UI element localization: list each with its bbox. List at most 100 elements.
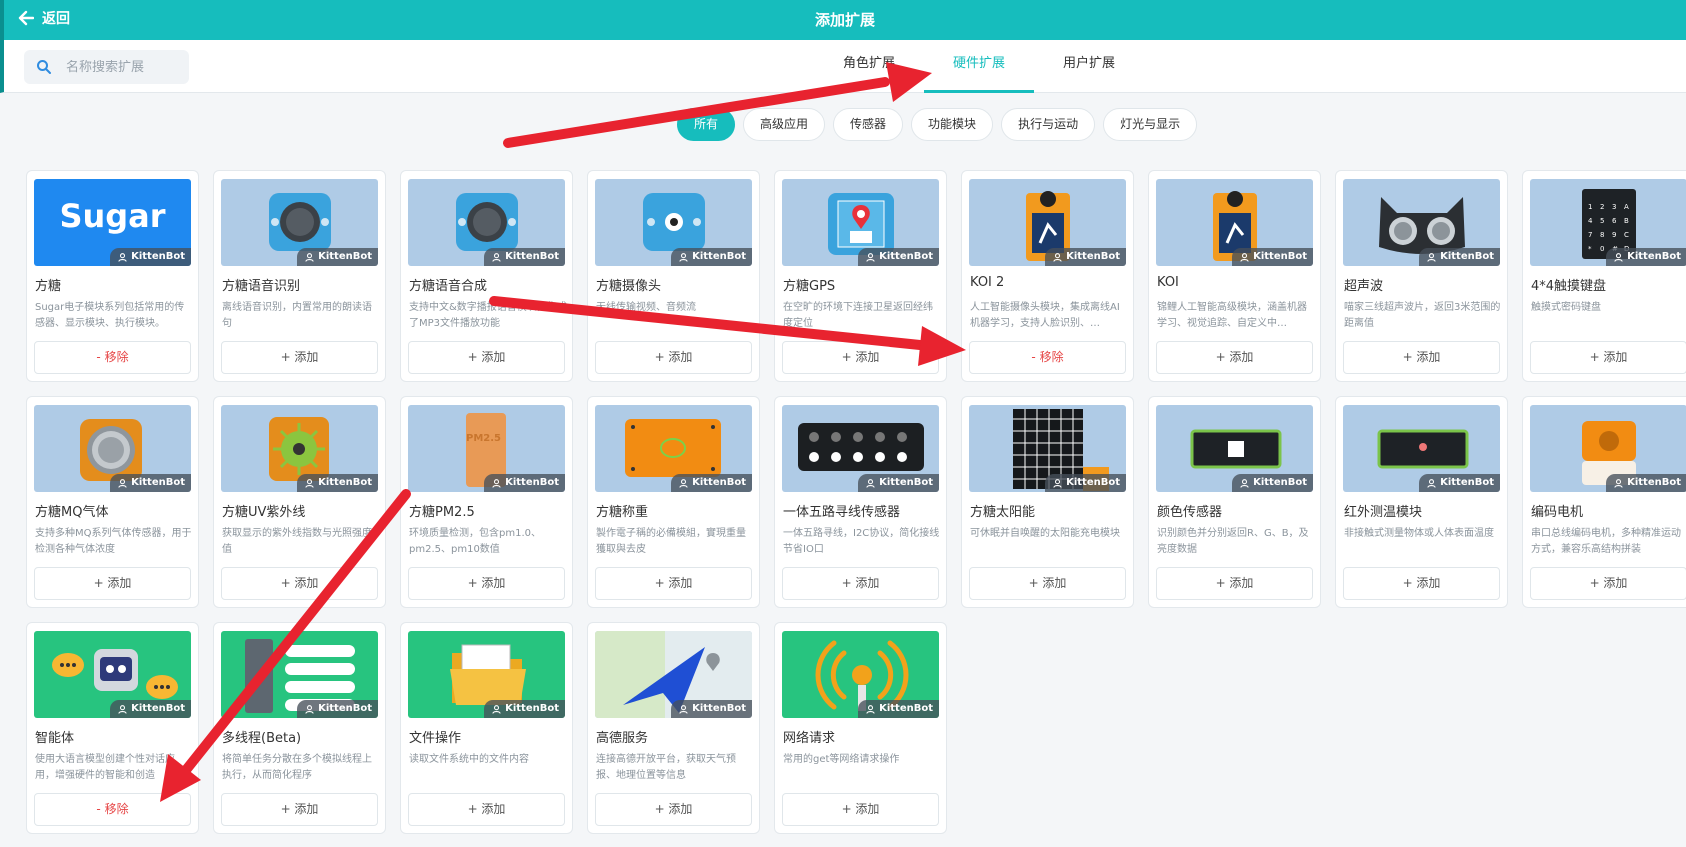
filter-motion[interactable]: 执行与运动 [1001, 108, 1096, 141]
add-button[interactable]: + 添加 [782, 793, 939, 826]
extension-card: KittenBot 方糖GPS 在空旷的环境下连接卫星返回经纬度定位 + 添加 [774, 170, 947, 382]
user-icon [866, 478, 875, 488]
user-icon [679, 478, 688, 488]
extension-card: KittenBot KOI 锦鲤人工智能高级模块，涵盖机器学习、视觉追踪、自定义中…… [1148, 170, 1321, 382]
extension-name: 方糖GPS [783, 279, 836, 294]
svg-text:3: 3 [1612, 203, 1616, 211]
extension-name: 颜色传感器 [1157, 505, 1223, 520]
add-button[interactable]: + 添加 [782, 567, 939, 600]
extension-description: 在空旷的环境下连接卫星返回经纬度定位 [783, 302, 933, 329]
badge-label: KittenBot [1066, 477, 1120, 488]
extension-thumbnail: KittenBot [34, 631, 191, 718]
user-icon [1614, 252, 1623, 262]
extension-description: 串口总线编码电机，多种精准运动方式，兼容乐高结构拼装 [1531, 528, 1681, 555]
add-button[interactable]: + 添加 [408, 793, 565, 826]
badge-label: KittenBot [692, 251, 746, 262]
extension-description: 支持中文&数字播报语音模块，集成了MP3文件播放功能 [409, 302, 567, 329]
remove-button[interactable]: - 移除 [969, 341, 1126, 374]
add-button[interactable]: + 添加 [221, 793, 378, 826]
badge-label: KittenBot [131, 251, 185, 262]
extension-description: Sugar电子模块系列包括常用的传感器、显示模块、执行模块。 [35, 302, 185, 329]
extension-description: 製作電子稱的必備模組，實現重量獲取與去皮 [596, 528, 746, 555]
author-badge: KittenBot [1045, 474, 1126, 492]
extension-name: 方糖摄像头 [596, 279, 662, 294]
user-icon [305, 478, 314, 488]
add-button[interactable]: + 添加 [408, 567, 565, 600]
extension-thumbnail: KittenBot [1156, 179, 1313, 266]
extension-name: 红外测温模块 [1344, 505, 1423, 520]
add-button[interactable]: + 添加 [782, 341, 939, 374]
user-icon [1240, 478, 1249, 488]
author-badge: KittenBot [858, 248, 939, 266]
add-button[interactable]: + 添加 [1156, 567, 1313, 600]
svg-text:5: 5 [1600, 217, 1604, 225]
badge-label: KittenBot [318, 251, 372, 262]
badge-label: KittenBot [692, 703, 746, 714]
add-button[interactable]: + 添加 [1343, 341, 1500, 374]
page-title: 添加扩展 [814, 11, 875, 29]
extension-card: KittenBot 方糖摄像头无线传输视频、音频流 + 添加 [587, 170, 760, 382]
add-button[interactable]: + 添加 [969, 567, 1126, 600]
badge-label: KittenBot [131, 703, 185, 714]
badge-label: KittenBot [1066, 251, 1120, 262]
badge-label: KittenBot [879, 703, 933, 714]
filter-sensor[interactable]: 传感器 [833, 108, 904, 141]
author-badge: KittenBot [1606, 248, 1686, 266]
add-button[interactable]: + 添加 [1530, 341, 1686, 374]
extension-description: 连接高德开放平台，获取天气预报、地理位置等信息 [596, 754, 736, 781]
remove-button[interactable]: - 移除 [34, 793, 191, 826]
extension-name: 4*4触摸键盘 [1531, 279, 1607, 294]
add-button[interactable]: + 添加 [221, 341, 378, 374]
extension-card: Sugar KittenBot 方糖 Sugar电子模块系列包括常用的传感器、显示模块… [26, 170, 199, 382]
thumbnail-label: PM2.5 [466, 433, 501, 444]
extension-description: 常用的get等网络请求操作 [783, 754, 900, 765]
svg-text:*: * [1588, 245, 1592, 253]
add-button[interactable]: + 添加 [221, 567, 378, 600]
badge-label: KittenBot [879, 251, 933, 262]
badge-label: KittenBot [505, 703, 559, 714]
add-button[interactable]: + 添加 [595, 567, 752, 600]
extension-description: 使用大语言模型创建个性对话应用，增强硬件的智能和创造 [35, 754, 175, 781]
filter-function[interactable]: 功能模块 [911, 108, 994, 141]
tab-bar: 角色扩展 硬件扩展 用户扩展 [814, 40, 1144, 93]
search-input[interactable] [66, 59, 176, 75]
svg-text:4: 4 [1588, 217, 1593, 225]
badge-label: KittenBot [1627, 477, 1681, 488]
add-button[interactable]: + 添加 [34, 567, 191, 600]
svg-text:C: C [1624, 231, 1629, 239]
add-button[interactable]: + 添加 [1530, 567, 1686, 600]
extension-description: 支持多种MQ系列气体传感器，用于检测各种气体浓度 [35, 528, 192, 555]
extension-description: 喵家三线超声波片，返回3米范围的距离值 [1344, 302, 1501, 329]
add-button[interactable]: + 添加 [1343, 567, 1500, 600]
tab-hardware[interactable]: 硬件扩展 [924, 40, 1034, 93]
filter-all[interactable]: 所有 [677, 108, 736, 141]
extension-card: KittenBot 方糖语音识别 离线语音识别，内置常用的朗读语句 + 添加 [213, 170, 386, 382]
extension-card: KittenBot 颜色传感器 识别颜色并分别返回R、G、B，及亮度数据 + 添加 [1148, 396, 1321, 608]
tab-user[interactable]: 用户扩展 [1034, 40, 1144, 93]
tab-character[interactable]: 角色扩展 [814, 40, 924, 93]
badge-label: KittenBot [1440, 477, 1494, 488]
svg-text:1: 1 [1588, 203, 1592, 211]
extension-thumbnail: KittenBot [408, 631, 565, 718]
badge-label: KittenBot [318, 477, 372, 488]
badge-label: KittenBot [505, 251, 559, 262]
add-button[interactable]: + 添加 [408, 341, 565, 374]
extension-description: 环境质量检测，包含pm1.0、pm2.5、pm10数值 [409, 528, 541, 555]
extension-name: KOI [1157, 275, 1179, 290]
extension-description: 读取文件系统中的文件内容 [409, 754, 529, 765]
add-button[interactable]: + 添加 [1156, 341, 1313, 374]
extension-thumbnail: KittenBot [221, 631, 378, 718]
remove-button[interactable]: - 移除 [34, 341, 191, 374]
extension-thumbnail: KittenBot [221, 179, 378, 266]
filter-light[interactable]: 灯光与显示 [1103, 108, 1198, 141]
extension-description: 无线传输视频、音频流 [596, 302, 696, 313]
extension-card: KittenBot 高德服务 连接高德开放平台，获取天气预报、地理位置等信息 + 添加 [587, 622, 760, 834]
filter-advanced[interactable]: 高级应用 [743, 108, 826, 141]
extension-thumbnail: KittenBot [408, 179, 565, 266]
user-icon [679, 704, 688, 714]
add-button[interactable]: + 添加 [595, 341, 752, 374]
add-button[interactable]: + 添加 [595, 793, 752, 826]
extension-name: 方糖 [35, 279, 62, 294]
user-icon [118, 704, 127, 714]
search-box[interactable] [24, 50, 189, 84]
